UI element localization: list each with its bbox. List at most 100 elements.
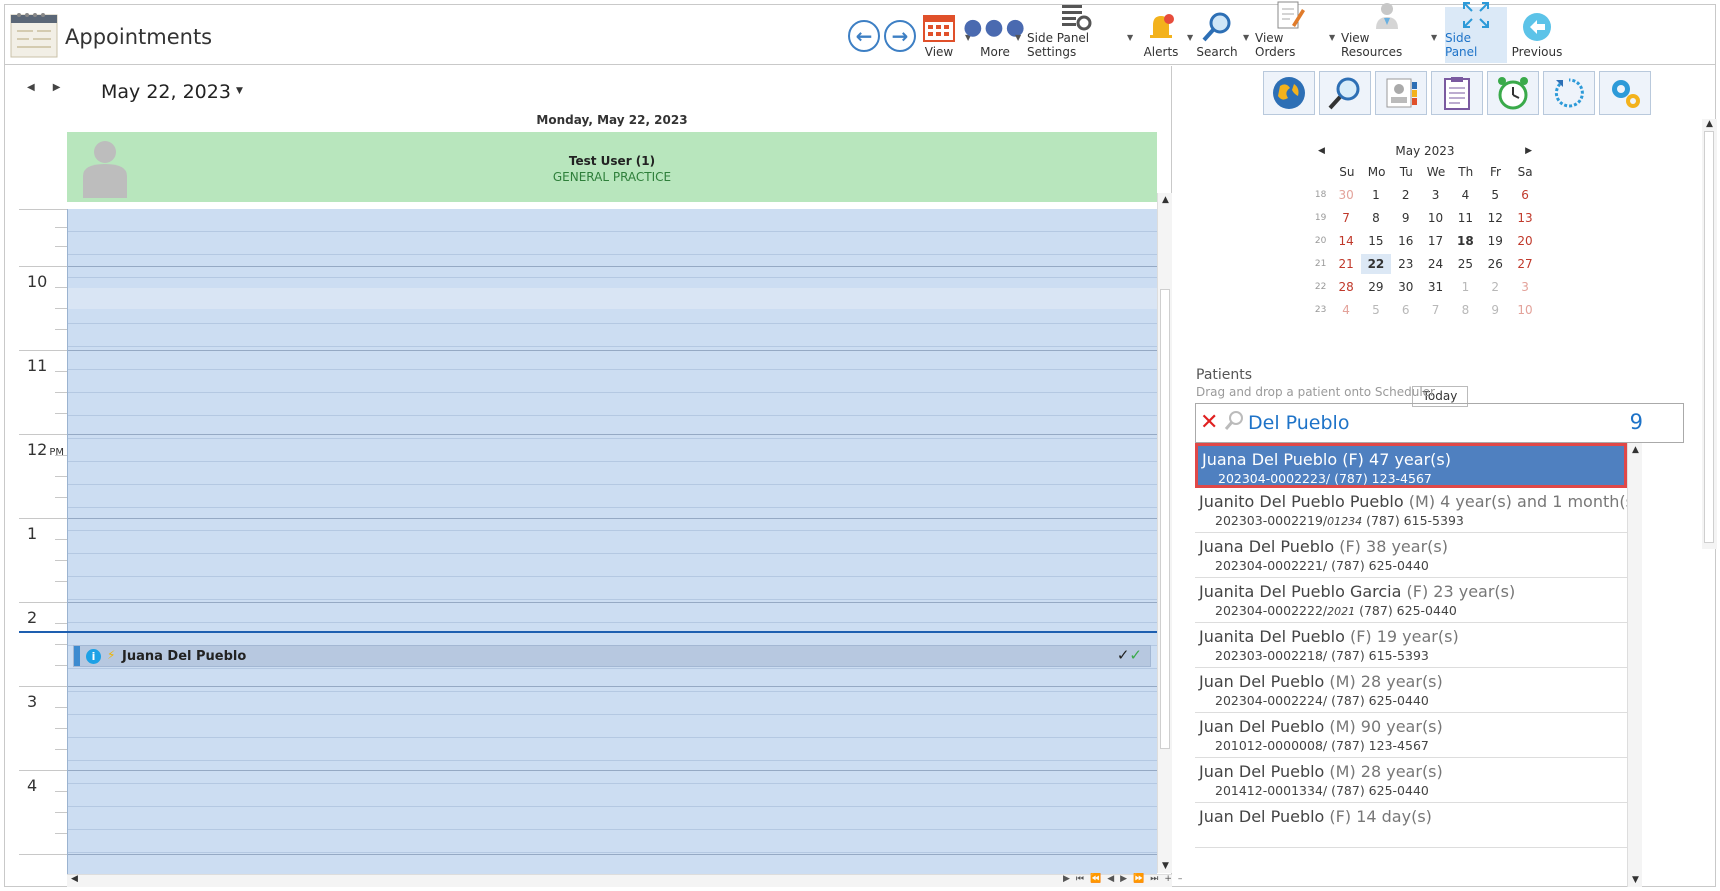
calendar-day[interactable]: 1 — [1361, 185, 1391, 205]
patient-list-item[interactable]: Juan Del Pueblo (M) 90 year(s) 201012-00… — [1195, 713, 1627, 758]
view-resources-button[interactable]: View Resources — [1341, 3, 1433, 63]
patient-list-item[interactable]: Juanito Del Pueblo Pueblo (M) 4 year(s) … — [1195, 488, 1627, 533]
clipboard-button[interactable] — [1431, 71, 1483, 115]
scrollbar-thumb[interactable] — [1704, 131, 1714, 543]
contacts-button[interactable] — [1375, 71, 1427, 115]
patient-list-item[interactable]: Juan Del Pueblo (M) 28 year(s) 201412-00… — [1195, 758, 1627, 803]
prev-day-icon[interactable]: ◀ — [27, 82, 53, 93]
refresh-button[interactable] — [1543, 71, 1595, 115]
calendar-day[interactable]: 28 — [1331, 277, 1361, 297]
view-orders-dropdown-icon[interactable]: ▼ — [1329, 33, 1335, 42]
calendar-day[interactable]: 26 — [1480, 254, 1510, 274]
resource-navigator[interactable]: ▶⏮⏪◀▶⏩⏭+– — [1063, 874, 1188, 884]
calendar-day[interactable]: 25 — [1450, 254, 1480, 274]
scroll-up-icon[interactable]: ▲ — [1702, 119, 1717, 129]
alerts-button[interactable]: Alerts — [1139, 7, 1183, 63]
clear-search-icon[interactable]: ✕ — [1200, 410, 1218, 435]
calendar-day[interactable]: 24 — [1421, 254, 1451, 274]
alarm-clock-button[interactable] — [1487, 71, 1539, 115]
calendar-day[interactable]: 10 — [1421, 208, 1451, 228]
calendar-day[interactable]: 23 — [1391, 254, 1421, 274]
side-panel-settings-button[interactable]: Side Panel Settings — [1027, 5, 1125, 63]
scrollbar-thumb[interactable] — [1160, 289, 1170, 749]
calendar-day[interactable]: 20 — [1510, 231, 1540, 251]
forward-arrow-icon[interactable]: → — [884, 20, 916, 52]
calendar-day[interactable]: 21 — [1331, 254, 1361, 274]
calendar-day[interactable]: 29 — [1361, 277, 1391, 297]
patient-search-input[interactable] — [1248, 411, 1578, 435]
calendar-day[interactable]: 17 — [1421, 231, 1451, 251]
calendar-day[interactable]: 19 — [1480, 231, 1510, 251]
next-month-icon[interactable]: ▶ — [1525, 141, 1532, 161]
calendar-day[interactable]: 8 — [1450, 300, 1480, 320]
calendar-day[interactable]: 10 — [1510, 300, 1540, 320]
calendar-day[interactable]: 3 — [1510, 277, 1540, 297]
patient-list-item[interactable]: Juan Del Pueblo (M) 28 year(s) 202304-00… — [1195, 668, 1627, 713]
next-day-icon[interactable]: ▶ — [53, 82, 79, 93]
more-button[interactable]: ●●● More — [963, 7, 1025, 63]
calendar-day[interactable]: 30 — [1391, 277, 1421, 297]
settings-button[interactable] — [1599, 71, 1651, 115]
calendar-day[interactable]: 13 — [1510, 208, 1540, 228]
calendar-day[interactable]: 14 — [1331, 231, 1361, 251]
calendar-day[interactable]: 2 — [1480, 277, 1510, 297]
patient-list-item[interactable]: Juana Del Pueblo (F) 47 year(s) 202304-0… — [1195, 443, 1627, 488]
calendar-day-selected[interactable]: 22 — [1361, 253, 1391, 274]
calendar-day[interactable]: 31 — [1421, 277, 1451, 297]
date-picker-dropdown-icon[interactable]: ▼ — [236, 86, 243, 96]
calendar-day[interactable]: 9 — [1480, 300, 1510, 320]
calendar-day[interactable]: 16 — [1391, 231, 1421, 251]
back-arrow-icon[interactable]: ← — [848, 20, 880, 52]
schedule-vertical-scrollbar[interactable]: ▲ ▼ — [1157, 193, 1172, 873]
previous-button[interactable]: Previous — [1511, 7, 1563, 63]
more-dropdown-icon[interactable]: ▼ — [1015, 33, 1021, 42]
scroll-left-icon[interactable]: ◀ — [71, 874, 78, 884]
calendar-day[interactable]: 2 — [1391, 185, 1421, 205]
calendar-day[interactable]: 15 — [1361, 231, 1391, 251]
scroll-up-icon[interactable]: ▲ — [1628, 445, 1643, 455]
calendar-day[interactable]: 5 — [1361, 300, 1391, 320]
calendar-day[interactable]: 12 — [1480, 208, 1510, 228]
schedule-horizontal-scrollbar[interactable]: ◀ ▶⏮⏪◀▶⏩⏭+– — [67, 874, 1182, 887]
calendar-day[interactable]: 5 — [1480, 185, 1510, 205]
side-panel-scrollbar[interactable]: ▲ — [1702, 119, 1717, 549]
patient-list-item[interactable]: Juan Del Pueblo (F) 14 day(s) — [1195, 803, 1627, 848]
calendar-day[interactable]: 8 — [1361, 208, 1391, 228]
patient-list-item[interactable]: Juana Del Pueblo (F) 38 year(s) 202304-0… — [1195, 533, 1627, 578]
calendar-day[interactable]: 7 — [1421, 300, 1451, 320]
info-icon[interactable]: i — [86, 649, 101, 664]
calendar-day[interactable]: 11 — [1450, 208, 1480, 228]
scroll-up-icon[interactable]: ▲ — [1158, 195, 1173, 205]
view-button[interactable]: View — [917, 7, 961, 63]
scroll-down-icon[interactable]: ▼ — [1158, 861, 1173, 871]
search-dropdown-icon[interactable]: ▼ — [1243, 33, 1249, 42]
appointment-block[interactable]: i ⚡ Juana Del Pueblo ✓✓ — [73, 645, 1151, 667]
patient-list-item[interactable]: Juanita Del Pueblo Garcia (F) 23 year(s)… — [1195, 578, 1627, 623]
prev-month-icon[interactable]: ◀ — [1318, 141, 1325, 161]
calendar-day-today[interactable]: 18 — [1450, 231, 1480, 251]
calendar-day[interactable]: 6 — [1510, 185, 1540, 205]
date-nav-arrows[interactable]: ◀▶ — [27, 82, 78, 93]
date-picker-value[interactable]: May 22, 2023 — [101, 81, 231, 103]
calendar-day[interactable]: 6 — [1391, 300, 1421, 320]
side-panel-button[interactable]: Side Panel — [1445, 2, 1507, 63]
side-panel-settings-dropdown-icon[interactable]: ▼ — [1127, 33, 1133, 42]
globe-button[interactable] — [1263, 71, 1315, 115]
calendar-day[interactable]: 7 — [1331, 208, 1361, 228]
calendar-day[interactable]: 4 — [1450, 185, 1480, 205]
calendar-day[interactable]: 9 — [1391, 208, 1421, 228]
calendar-day[interactable]: 30 — [1331, 185, 1361, 205]
scroll-down-icon[interactable]: ▼ — [1628, 875, 1643, 885]
calendar-day[interactable]: 3 — [1421, 185, 1451, 205]
view-orders-button[interactable]: View Orders — [1255, 1, 1325, 63]
search-button[interactable]: Search — [1195, 7, 1239, 63]
calendar-day[interactable]: 27 — [1510, 254, 1540, 274]
schedule-grid[interactable] — [67, 209, 1157, 874]
patient-list-scrollbar[interactable]: ▲ ▼ — [1627, 443, 1642, 887]
calendar-day[interactable]: 1 — [1450, 277, 1480, 297]
search-panel-button[interactable] — [1319, 71, 1371, 115]
alerts-dropdown-icon[interactable]: ▼ — [1187, 33, 1193, 42]
calendar-day[interactable]: 4 — [1331, 300, 1361, 320]
patient-list-item[interactable]: Juanita Del Pueblo (F) 19 year(s) 202303… — [1195, 623, 1627, 668]
view-resources-dropdown-icon[interactable]: ▼ — [1431, 33, 1437, 42]
